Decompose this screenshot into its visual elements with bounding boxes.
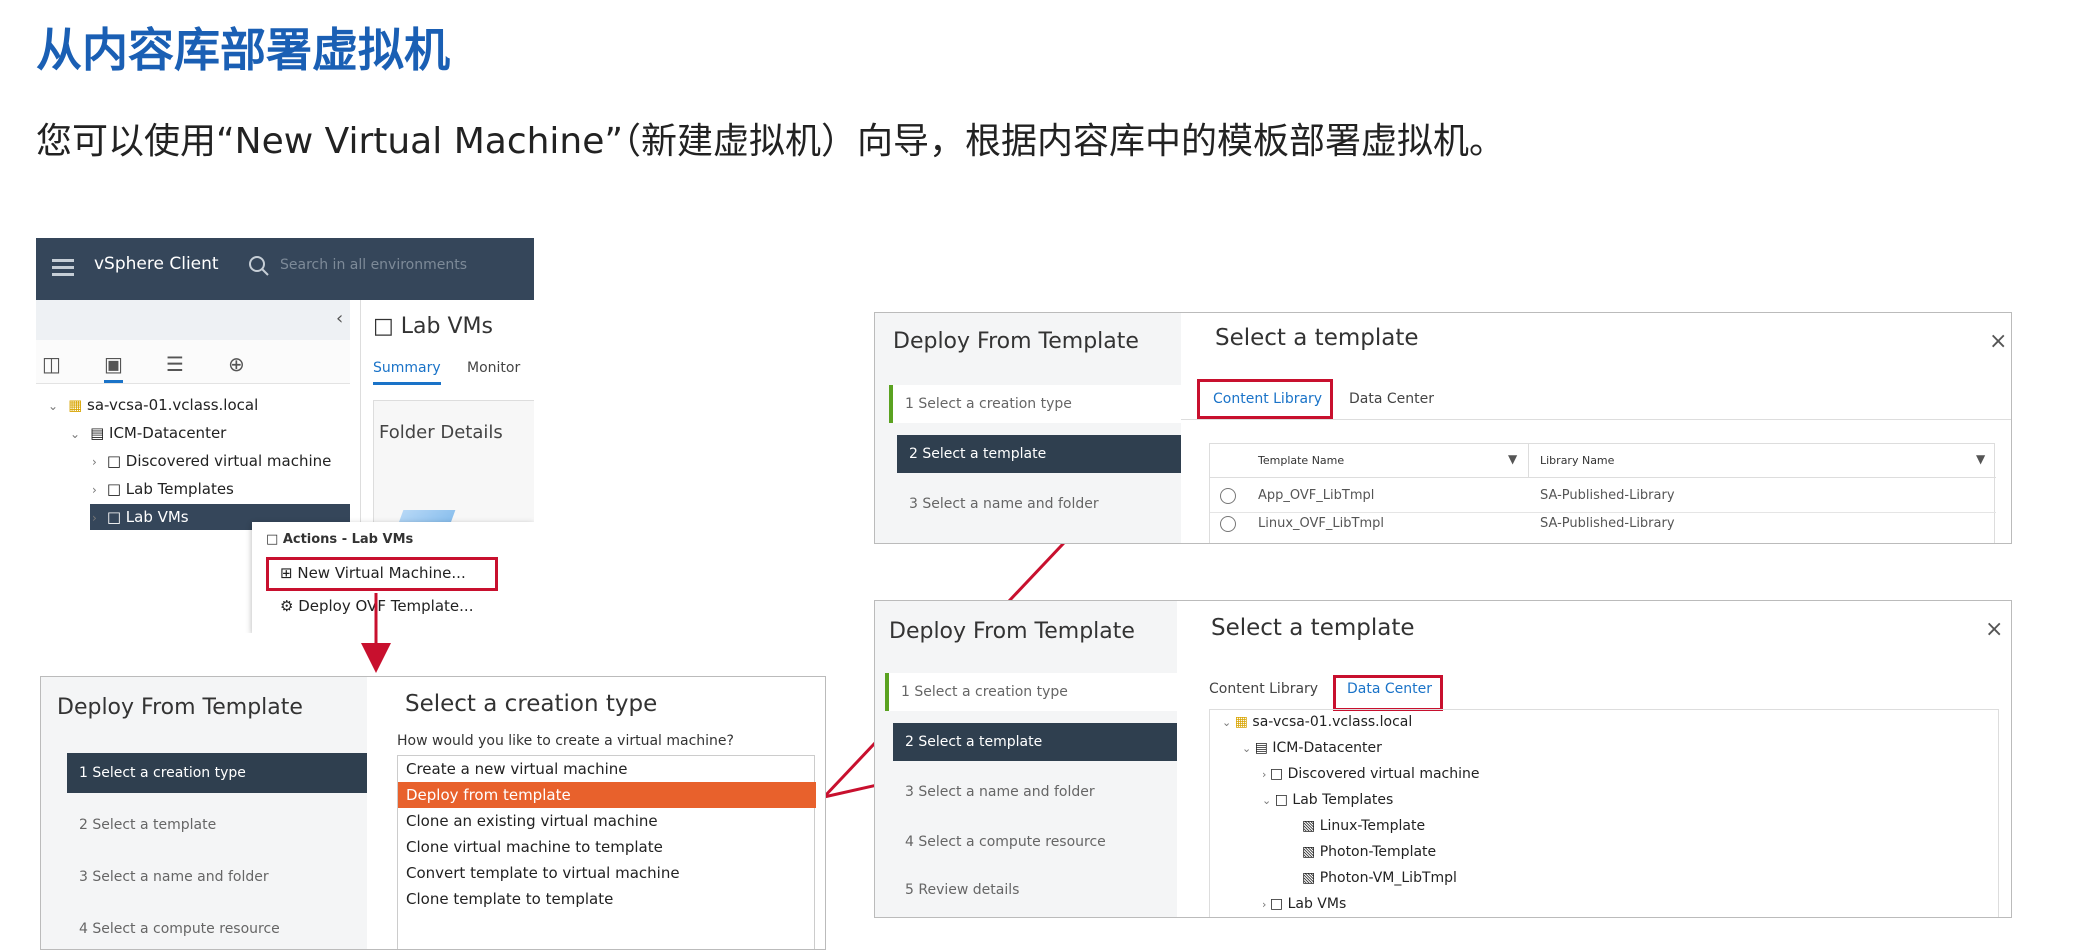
tree-item[interactable]: ⌄ ▦ sa-vcsa-01.vclass.local	[48, 396, 258, 414]
wizard-step[interactable]: 3 Select a name and folder	[67, 857, 367, 897]
deploy-ovf-menu-item[interactable]: ⚙ Deploy OVF Template...	[280, 597, 473, 615]
collapse-icon[interactable]: ‹	[336, 308, 343, 329]
deploy-icon: ⚙	[280, 597, 299, 615]
vms-templates-icon[interactable]: ▣	[104, 352, 123, 383]
folder-icon: □	[106, 452, 126, 470]
section-title: Select a creation type	[405, 691, 658, 717]
hosts-clusters-icon[interactable]: ◫	[42, 352, 61, 376]
dialog-title: Deploy From Template	[57, 695, 303, 720]
template-icon: ▧	[1302, 818, 1320, 834]
column-header[interactable]: Template Name	[1258, 454, 1344, 467]
wizard-step[interactable]: 4 Select a compute resource	[893, 823, 1177, 861]
search-icon[interactable]	[248, 255, 270, 277]
folder-icon: □	[106, 480, 126, 498]
column-header[interactable]: Library Name	[1540, 454, 1614, 467]
table-cell: App_OVF_LibTmpl	[1258, 488, 1375, 503]
tree-item[interactable]: › □ Lab Templates	[92, 480, 234, 498]
dialog-title: Deploy From Template	[893, 329, 1139, 354]
deploy-dialog-content-library: Deploy From Template 1 Select a creation…	[874, 312, 2012, 544]
wizard-step[interactable]: 2 Select a template	[67, 805, 367, 845]
close-icon[interactable]: ×	[1989, 329, 2007, 354]
wizard-step[interactable]: 3 Select a name and folder	[893, 773, 1177, 811]
tree-item[interactable]: ▧ Linux-Template	[1302, 818, 1425, 834]
networking-icon[interactable]: ⊕	[228, 352, 245, 376]
tree-item-selected[interactable]: › □ Lab VMs	[92, 508, 189, 526]
radio-button[interactable]	[1220, 488, 1236, 504]
template-grid: Template Name ▼ Library Name ▼ App_OVF_L…	[1209, 443, 1996, 543]
template-icon: ▧	[1302, 870, 1320, 886]
folder-icon: □	[1269, 766, 1288, 782]
table-cell: SA-Published-Library	[1540, 488, 1675, 503]
radio-button[interactable]	[1220, 516, 1236, 532]
table-cell: Linux_OVF_LibTmpl	[1258, 516, 1384, 531]
wizard-step[interactable]: 2 Select a template	[897, 435, 1181, 473]
navigator-bar: ‹	[36, 300, 350, 340]
tab-content-library[interactable]: Content Library	[1209, 681, 1318, 697]
tree-item[interactable]: › □ Lab VMs	[1262, 896, 1346, 912]
folder-icon: □	[1269, 896, 1288, 912]
dialog-title: Deploy From Template	[889, 619, 1135, 644]
creation-type-list: Create a new virtual machine Deploy from…	[397, 755, 816, 949]
tree-item[interactable]: ⌄ ▤ ICM-Datacenter	[70, 424, 226, 442]
app-title: vSphere Client	[94, 254, 219, 274]
wizard-step[interactable]: 1 Select a creation type	[885, 673, 1177, 711]
vsphere-client-panel: vSphere Client Search in all environment…	[36, 238, 534, 633]
tree-item[interactable]: ⌄ □ Lab Templates	[1262, 792, 1393, 808]
slide-title: 从内容库部署虚拟机	[36, 23, 450, 77]
row-divider	[1210, 512, 1996, 513]
tree-item[interactable]: ▧ Photon-VM_LibTmpl	[1302, 870, 1457, 886]
column-divider	[1528, 444, 1529, 478]
tree-item[interactable]: ▧ Photon-Template	[1302, 844, 1436, 860]
list-item-selected[interactable]: Deploy from template	[398, 782, 816, 808]
tree-item[interactable]: ⌄ ▤ ICM-Datacenter	[1242, 740, 1382, 756]
section-title: Select a template	[1215, 325, 1419, 351]
table-cell: SA-Published-Library	[1540, 516, 1675, 531]
folder-icon: □	[106, 508, 126, 526]
template-icon: ▧	[1302, 844, 1320, 860]
tree-item[interactable]: ⌄ ▦ sa-vcsa-01.vclass.local	[1222, 714, 1412, 730]
close-icon[interactable]: ×	[1985, 617, 2003, 642]
list-item[interactable]: Create a new virtual machine	[398, 756, 816, 782]
hamburger-menu-icon[interactable]	[52, 259, 74, 277]
wizard-step[interactable]: 1 Select a creation type	[67, 753, 367, 793]
list-item[interactable]: Clone template to template	[398, 886, 816, 912]
wizard-step[interactable]: 4 Select a compute resource	[67, 909, 367, 949]
list-item[interactable]: Clone an existing virtual machine	[398, 808, 816, 834]
folder-icon: □	[373, 314, 401, 339]
wizard-step[interactable]: 3 Select a name and folder	[897, 485, 1181, 523]
filter-icon[interactable]: ▼	[1508, 452, 1517, 466]
section-title: Select a template	[1211, 615, 1415, 641]
tree-item[interactable]: › □ Discovered virtual machine	[1262, 766, 1480, 782]
highlight-box	[1333, 675, 1443, 711]
deploy-dialog-data-center: Deploy From Template 1 Select a creation…	[874, 600, 2012, 918]
wizard-step[interactable]: 1 Select a creation type	[889, 385, 1181, 423]
list-item[interactable]: Clone virtual machine to template	[398, 834, 816, 860]
search-input[interactable]: Search in all environments	[280, 257, 467, 273]
filter-icon[interactable]: ▼	[1976, 452, 1985, 466]
tab-divider	[1181, 419, 2011, 420]
deploy-dialog-creation-type: Deploy From Template 1 Select a creation…	[40, 676, 826, 950]
highlight-box	[266, 557, 498, 591]
folder-title: □ Lab VMs	[373, 314, 493, 339]
storage-icon[interactable]: ☰	[166, 352, 184, 376]
tree-item[interactable]: › □ Discovered virtual machine	[92, 452, 331, 470]
folder-details-title: Folder Details	[379, 422, 503, 443]
tab-summary[interactable]: Summary	[373, 360, 441, 385]
wizard-step[interactable]: 5 Review details	[893, 871, 1177, 909]
folder-icon: □	[1274, 792, 1293, 808]
tab-monitor[interactable]: Monitor	[467, 360, 520, 376]
tab-data-center[interactable]: Data Center	[1349, 391, 1434, 407]
slide-subtitle: 您可以使用“New Virtual Machine”（新建虚拟机）向导，根据内容…	[36, 121, 1506, 162]
context-menu: □ Actions - Lab VMs ⊞ New Virtual Machin…	[252, 522, 534, 633]
context-menu-header: □ Actions - Lab VMs	[266, 532, 414, 547]
folder-icon: □	[266, 532, 283, 547]
navigator-view-icons: ◫ ▣ ☰ ⊕	[36, 340, 350, 384]
wizard-step[interactable]: 2 Select a template	[893, 723, 1177, 761]
list-item[interactable]: Convert template to virtual machine	[398, 860, 816, 886]
highlight-box	[1197, 379, 1333, 419]
inventory-tree: ⌄ ▦ sa-vcsa-01.vclass.local ⌄ ▤ ICM-Data…	[1209, 709, 1999, 917]
vsphere-header: vSphere Client Search in all environment…	[36, 238, 534, 300]
question-text: How would you like to create a virtual m…	[397, 733, 734, 749]
